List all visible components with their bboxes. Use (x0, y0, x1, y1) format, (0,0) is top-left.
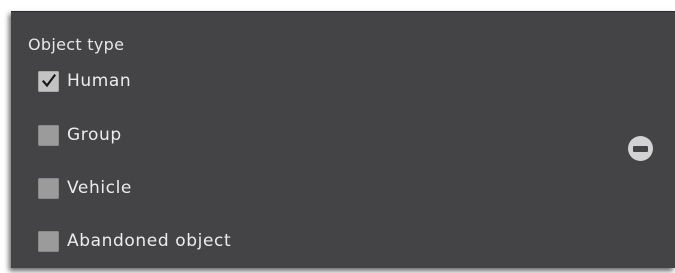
option-abandoned-object[interactable]: Abandoned object (38, 230, 231, 252)
object-type-title: Object type (28, 35, 125, 54)
option-human[interactable]: Human (38, 70, 131, 92)
option-vehicle[interactable]: Vehicle (38, 177, 132, 199)
option-group[interactable]: Group (38, 124, 122, 146)
vehicle-checkbox[interactable] (38, 177, 59, 199)
group-checkbox[interactable] (38, 124, 59, 146)
minus-circle-icon (633, 145, 648, 152)
object-type-panel: Object type Human Group Vehicle Abandone… (11, 11, 675, 268)
human-checkbox[interactable] (38, 70, 59, 92)
checkmark-icon (41, 73, 56, 88)
abandoned-object-checkbox[interactable] (38, 230, 59, 252)
vehicle-label: Vehicle (67, 178, 132, 198)
group-label: Group (67, 125, 122, 145)
remove-button[interactable] (628, 136, 653, 161)
human-label: Human (67, 71, 132, 91)
abandoned-object-label: Abandoned object (67, 231, 232, 251)
